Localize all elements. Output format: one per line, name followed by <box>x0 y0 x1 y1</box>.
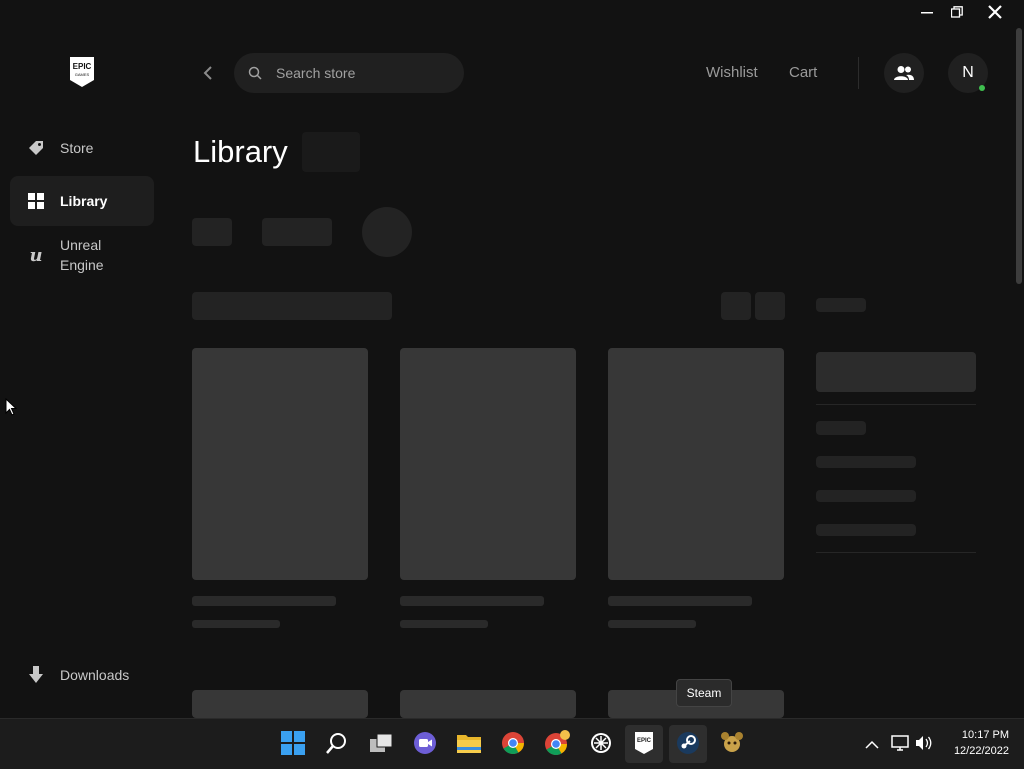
game-card-placeholder <box>192 690 368 718</box>
online-status-dot <box>979 85 985 91</box>
back-button[interactable] <box>200 64 216 82</box>
taskbar-tooltip: Steam <box>676 679 732 707</box>
refresh-button-placeholder <box>362 207 412 257</box>
network-icon[interactable] <box>891 735 909 756</box>
restore-button[interactable] <box>940 0 974 24</box>
game-subtitle-placeholder <box>608 620 696 628</box>
tray-overflow-chevron-up-icon[interactable] <box>865 737 879 755</box>
filter-heading-placeholder <box>816 298 866 312</box>
chrome-profile-icon[interactable] <box>543 729 571 757</box>
friends-button[interactable] <box>884 53 924 93</box>
chrome-icon[interactable] <box>499 729 527 757</box>
svg-text:EPIC: EPIC <box>637 738 652 744</box>
friends-icon <box>894 66 914 80</box>
sidebar-item-unreal-engine[interactable]: u Unreal Engine <box>10 232 154 278</box>
filter-tab-placeholder <box>262 218 332 246</box>
search-icon <box>248 66 262 80</box>
clock-time[interactable]: 10:17 PM <box>940 729 1009 741</box>
search-icon[interactable] <box>323 729 351 757</box>
wishlist-link[interactable]: Wishlist <box>706 64 758 81</box>
epic-games-icon[interactable]: EPIC <box>630 729 658 757</box>
filter-divider <box>816 552 976 553</box>
tooltip-text: Steam <box>686 686 722 700</box>
task-view-icon[interactable] <box>367 729 395 757</box>
steam-icon[interactable] <box>674 729 702 757</box>
restore-icon <box>951 6 963 18</box>
svg-text:EPIC: EPIC <box>73 62 92 71</box>
filter-divider <box>816 404 976 405</box>
game-icon[interactable] <box>718 729 746 757</box>
grid-icon <box>26 191 46 211</box>
epic-games-logo[interactable]: EPIC GAMES <box>68 56 96 88</box>
sidebar-item-label: Store <box>60 140 94 156</box>
game-subtitle-placeholder <box>192 620 280 628</box>
sidebar-item-library[interactable]: Library <box>10 176 154 226</box>
close-icon <box>988 5 1002 19</box>
download-icon <box>26 665 46 685</box>
game-subtitle-placeholder <box>400 620 488 628</box>
epic-logo-icon: EPIC GAMES <box>70 57 94 87</box>
close-button[interactable] <box>978 0 1012 24</box>
search-store-field[interactable] <box>234 53 464 93</box>
filter-heading-placeholder <box>816 421 866 435</box>
sidebar-item-label: Downloads <box>60 667 130 683</box>
tag-icon <box>26 138 46 158</box>
list-view-toggle-placeholder <box>755 292 785 320</box>
search-input[interactable] <box>274 64 448 82</box>
game-title-placeholder <box>192 596 336 606</box>
minimize-button[interactable] <box>910 0 944 24</box>
filter-option-placeholder <box>816 456 916 468</box>
clock-date[interactable]: 12/22/2022 <box>940 745 1009 757</box>
sidebar-item-label: Engine <box>60 257 104 273</box>
filter-search-placeholder <box>816 352 976 392</box>
sidebar-item-label: Unreal <box>60 237 102 253</box>
sidebar-item-label: Library <box>60 193 108 209</box>
filter-option-placeholder <box>816 524 916 536</box>
chevron-left-icon <box>203 66 212 80</box>
game-title-placeholder <box>608 596 752 606</box>
avatar-initial: N <box>962 64 974 81</box>
volume-icon[interactable] <box>915 735 933 756</box>
scrollbar-thumb[interactable] <box>1016 28 1022 284</box>
game-card-placeholder <box>192 348 368 580</box>
title-badge-placeholder <box>302 132 360 172</box>
taskbar: EPIC 10:17 PM 12/22/2022 <box>0 718 1024 769</box>
svg-text:GAMES: GAMES <box>75 72 90 77</box>
game-card-placeholder <box>608 348 784 580</box>
file-explorer-icon[interactable] <box>455 729 483 757</box>
app-icon[interactable] <box>587 729 615 757</box>
grid-view-toggle-placeholder <box>721 292 751 320</box>
mouse-cursor-icon <box>5 398 17 416</box>
chat-icon[interactable] <box>411 729 439 757</box>
sort-dropdown-placeholder <box>192 292 392 320</box>
sidebar-item-store[interactable]: Store <box>10 128 154 168</box>
game-title-placeholder <box>400 596 544 606</box>
filter-option-placeholder <box>816 490 916 502</box>
minimize-icon <box>921 12 933 14</box>
page-title: Library <box>193 134 288 169</box>
header-divider <box>858 57 859 89</box>
cart-link[interactable]: Cart <box>789 64 817 81</box>
sidebar-item-downloads[interactable]: Downloads <box>10 655 154 695</box>
unreal-icon: u <box>29 244 43 266</box>
game-card-placeholder <box>400 348 576 580</box>
game-card-placeholder <box>400 690 576 718</box>
filter-tab-placeholder <box>192 218 232 246</box>
windows-start-icon[interactable] <box>279 729 307 757</box>
